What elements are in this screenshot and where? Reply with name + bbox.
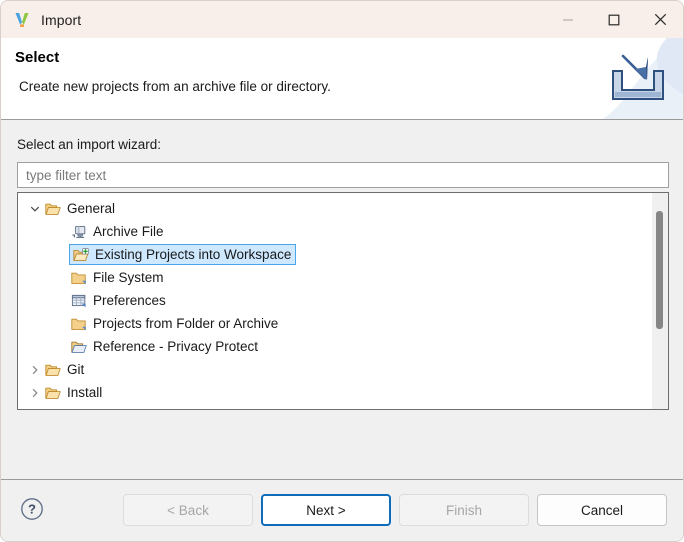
folder-import-icon bbox=[72, 247, 90, 263]
back-button: < Back bbox=[123, 494, 253, 526]
tree-row-label: File System bbox=[93, 269, 164, 285]
folder-open-blue-icon bbox=[70, 339, 88, 355]
folder-closed-icon bbox=[70, 270, 88, 286]
tree-row[interactable]: Install bbox=[18, 381, 651, 404]
tree-row-label: Reference - Privacy Protect bbox=[93, 338, 259, 354]
dialog-body: Select an import wizard: General Archive … bbox=[1, 120, 683, 479]
window-controls bbox=[545, 1, 683, 38]
tree-row-label: General bbox=[67, 200, 116, 216]
eclipse-v-icon bbox=[13, 11, 31, 29]
preferences-sheet-icon bbox=[70, 293, 88, 309]
close-icon[interactable] bbox=[637, 1, 683, 38]
tree-row[interactable]: Reference - Privacy Protect bbox=[18, 335, 651, 358]
chevron-right-icon[interactable] bbox=[26, 365, 44, 375]
title-bar: Import bbox=[1, 1, 683, 38]
footer-button-row: < Back Next > Finish Cancel bbox=[123, 494, 667, 526]
page-description: Create new projects from an archive file… bbox=[19, 79, 331, 94]
tree-row-selected[interactable]: Existing Projects into Workspace bbox=[69, 244, 297, 265]
tree-scrollbar-thumb[interactable] bbox=[656, 211, 663, 329]
archive-file-icon bbox=[70, 224, 88, 240]
tree-row[interactable]: Projects from Folder or Archive bbox=[18, 312, 651, 335]
tree-row[interactable]: General bbox=[18, 197, 651, 220]
import-tray-icon bbox=[609, 52, 667, 104]
page-title: Select bbox=[15, 49, 60, 66]
maximize-icon[interactable] bbox=[591, 1, 637, 38]
tree-scrollbar[interactable] bbox=[651, 193, 668, 409]
next-button[interactable]: Next > bbox=[261, 494, 391, 526]
tree-row-label: Projects from Folder or Archive bbox=[93, 315, 279, 331]
window-title: Import bbox=[41, 11, 82, 28]
tree-row-label: Archive File bbox=[93, 223, 164, 239]
finish-button: Finish bbox=[399, 494, 529, 526]
cancel-button[interactable]: Cancel bbox=[537, 494, 667, 526]
chevron-down-icon[interactable] bbox=[26, 204, 44, 214]
folder-open-icon bbox=[44, 362, 62, 378]
minimize-icon[interactable] bbox=[545, 1, 591, 38]
tree-row[interactable]: Existing Projects into Workspace bbox=[18, 243, 651, 266]
folder-open-icon bbox=[44, 201, 62, 217]
tree-row-label: Existing Projects into Workspace bbox=[95, 246, 292, 262]
help-circle-icon[interactable]: ? bbox=[19, 496, 45, 522]
import-dialog-window: Import Select Create new projects from a… bbox=[0, 0, 684, 542]
wizard-banner: Select Create new projects from an archi… bbox=[1, 38, 683, 120]
tree-row[interactable]: Git bbox=[18, 358, 651, 381]
tree-row[interactable]: File System bbox=[18, 266, 651, 289]
chevron-right-icon[interactable] bbox=[26, 388, 44, 398]
tree-rows-container: General Archive File Existing Projects int… bbox=[18, 193, 651, 409]
dialog-footer: ? < Back Next > Finish Cancel bbox=[1, 479, 683, 541]
svg-text:?: ? bbox=[28, 502, 36, 517]
wizard-label: Select an import wizard: bbox=[17, 137, 162, 152]
folder-closed-icon bbox=[70, 316, 88, 332]
import-wizard-tree[interactable]: General Archive File Existing Projects int… bbox=[17, 192, 669, 410]
tree-row-label: Install bbox=[67, 384, 103, 400]
tree-row-label: Git bbox=[67, 361, 85, 377]
tree-row-label: Preferences bbox=[93, 292, 166, 308]
folder-open-icon bbox=[44, 385, 62, 401]
tree-row[interactable]: Archive File bbox=[18, 220, 651, 243]
tree-row[interactable]: Preferences bbox=[18, 289, 651, 312]
filter-input[interactable] bbox=[17, 162, 669, 188]
